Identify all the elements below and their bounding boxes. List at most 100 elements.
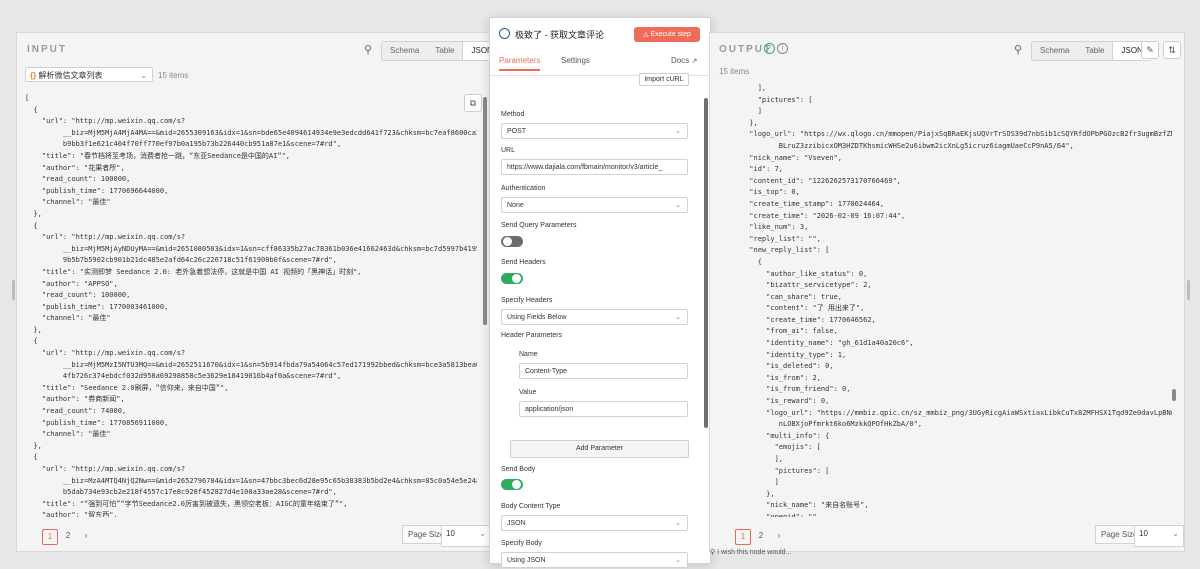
authentication-label: Authentication xyxy=(501,185,546,192)
feedback-link[interactable]: ⚲ I wish this node would... xyxy=(710,548,791,556)
json-line: ], xyxy=(724,455,784,463)
json-line: "create_time_stamp": 1770624464, xyxy=(724,199,885,208)
pin-icon[interactable]: ⇅ xyxy=(1163,41,1181,59)
page-2-button[interactable]: 2 xyxy=(754,529,768,543)
json-line: "create_time": "2026-02-09 16:07:44", xyxy=(724,211,906,220)
import-curl-button[interactable]: Import cURL xyxy=(639,73,689,86)
json-line: "create_time": 1770646562, xyxy=(724,315,876,324)
chevron-down-icon: ⌄ xyxy=(675,128,681,135)
json-line: 9b5b7b5902cb901b21dc485e2afd64c26c226718… xyxy=(25,256,337,265)
chevron-down-icon: ⌄ xyxy=(675,520,681,527)
json-line: { xyxy=(25,337,38,346)
input-scrollbar[interactable] xyxy=(483,97,487,325)
output-scrollbar[interactable] xyxy=(1172,389,1176,401)
lightbulb-icon: ⚲ xyxy=(710,549,716,556)
specify-body-select[interactable]: Using JSON ⌄ xyxy=(501,552,688,568)
node-title[interactable]: 极致了 - 获取文章评论 xyxy=(515,28,604,41)
input-panel-header: INPUT ⚲ Schema Table JSON xyxy=(17,33,502,65)
json-line: "is_top": 0, xyxy=(724,188,800,197)
body-content-type-label: Body Content Type xyxy=(501,503,561,510)
url-label: URL xyxy=(501,147,516,154)
chevron-down-icon: ⌄ xyxy=(675,314,681,321)
json-line: "is_reward": 0, xyxy=(724,397,830,406)
page-size-select[interactable]: 10 ⌄ xyxy=(1134,525,1184,547)
toggle-knob xyxy=(512,274,521,283)
execute-step-button[interactable]: △ Execute step xyxy=(634,27,700,42)
info-icon[interactable]: i xyxy=(777,43,788,54)
search-icon[interactable]: ⚲ xyxy=(364,43,376,56)
body-content-type-value: JSON xyxy=(507,520,526,527)
right-resize-handle[interactable] xyxy=(1187,280,1190,300)
json-line: ] xyxy=(724,478,779,487)
items-count: 15 items xyxy=(719,67,750,76)
json-line: ] xyxy=(724,107,762,116)
page-size-value: 10 xyxy=(1139,529,1148,538)
chevron-down-icon: ⌄ xyxy=(479,529,486,538)
search-icon[interactable]: ⚲ xyxy=(1014,43,1026,56)
json-line: "is_deleted": 0, xyxy=(724,362,834,371)
page-2-button[interactable]: 2 xyxy=(61,529,75,543)
docs-label: Docs xyxy=(671,56,690,65)
json-line: "id": 7, xyxy=(724,165,784,174)
edit-icon[interactable]: ✎ xyxy=(1141,41,1159,59)
source-node-label: 解析微信文章列表 xyxy=(38,71,103,80)
json-line: "title": "春节档将至考场，消费者抢一跳，“东亚Seedance是中国的… xyxy=(25,151,291,160)
chevron-down-icon: ⌄ xyxy=(675,202,681,209)
json-line: "is_from": 2, xyxy=(724,373,821,382)
node-editor: 极致了 - 获取文章评论 △ Execute step Parameters S… xyxy=(489,17,711,568)
json-line: ], xyxy=(724,84,767,92)
chevron-down-icon: ⌄ xyxy=(140,71,147,80)
page-1-button[interactable]: 1 xyxy=(735,529,751,545)
authentication-select[interactable]: None ⌄ xyxy=(501,197,688,213)
header-name-input[interactable]: Content-Type xyxy=(519,363,688,379)
output-panel-header: OUTPUT ✓ i ⚲ Schema Table JSON ✎ ⇅ xyxy=(710,33,1184,65)
json-line: "pictures": [ xyxy=(724,466,830,475)
globe-icon xyxy=(499,28,510,39)
send-body-toggle[interactable] xyxy=(501,479,523,490)
url-input[interactable]: https://www.dajiala.com/fbmain/monitor/v… xyxy=(501,159,688,175)
send-query-toggle[interactable] xyxy=(501,236,523,247)
method-select[interactable]: POST ⌄ xyxy=(501,123,688,139)
next-page-icon[interactable]: › xyxy=(772,529,786,543)
tab-table[interactable]: Table xyxy=(1077,42,1112,60)
json-line: "can_share": true, xyxy=(724,292,843,301)
tab-table[interactable]: Table xyxy=(427,42,462,60)
method-value: POST xyxy=(507,128,527,135)
authentication-value: None xyxy=(507,202,524,209)
braces-icon: {} xyxy=(30,71,37,80)
external-link-icon: ↗ xyxy=(691,58,698,65)
json-line: }, xyxy=(25,441,42,450)
output-view-tabs: Schema Table JSON xyxy=(1031,41,1152,61)
left-resize-handle[interactable] xyxy=(12,280,15,300)
json-line: "publish_time": 1770856911000, xyxy=(25,418,169,427)
page-size-select[interactable]: 10 ⌄ xyxy=(441,525,491,547)
specify-headers-select[interactable]: Using Fields Below ⌄ xyxy=(501,309,688,325)
send-headers-toggle[interactable] xyxy=(501,273,523,284)
body-content-type-select[interactable]: JSON ⌄ xyxy=(501,515,688,531)
send-headers-label: Send Headers xyxy=(501,259,546,266)
json-line: "title": "“强到可怕”“字节Seedance2.0厉害到被遗失，黑领空… xyxy=(25,499,348,508)
node-scrollbar[interactable] xyxy=(704,98,708,428)
tab-docs[interactable]: Docs ↗ xyxy=(671,56,697,65)
header-value-input[interactable]: application/json xyxy=(519,401,688,417)
add-parameter-button[interactable]: Add Parameter xyxy=(510,440,689,458)
json-line: 4fb726c374ebdcf032d958a69298858c5e3629e1… xyxy=(25,372,342,381)
tab-schema[interactable]: Schema xyxy=(1032,42,1077,60)
json-line: { xyxy=(25,221,38,230)
source-node-select[interactable]: {} 解析微信文章列表 ⌄ xyxy=(25,67,153,82)
json-line: { xyxy=(724,257,762,266)
json-line: __biz=MzA4MTQ4NjQ2Nw==&mid=2652796784&id… xyxy=(25,476,477,485)
json-line: "url": "http://mp.weixin.qq.com/s? xyxy=(25,233,186,242)
execute-step-label: Execute step xyxy=(650,31,691,38)
json-line: "openid": "", xyxy=(724,512,821,517)
method-label: Method xyxy=(501,111,525,118)
json-line: "channel": "最佳" xyxy=(25,314,111,323)
tab-settings[interactable]: Settings xyxy=(561,56,590,65)
tab-parameters[interactable]: Parameters xyxy=(499,56,541,71)
tab-schema[interactable]: Schema xyxy=(382,42,427,60)
json-line: [ xyxy=(25,94,30,102)
input-footer: 1 2 › Page Size 10 ⌄ xyxy=(17,521,491,551)
json-line: b5dab734e93cb2e218f4557c17e8c928f452827d… xyxy=(25,488,337,497)
next-page-icon[interactable]: › xyxy=(79,529,93,543)
page-1-button[interactable]: 1 xyxy=(42,529,58,545)
